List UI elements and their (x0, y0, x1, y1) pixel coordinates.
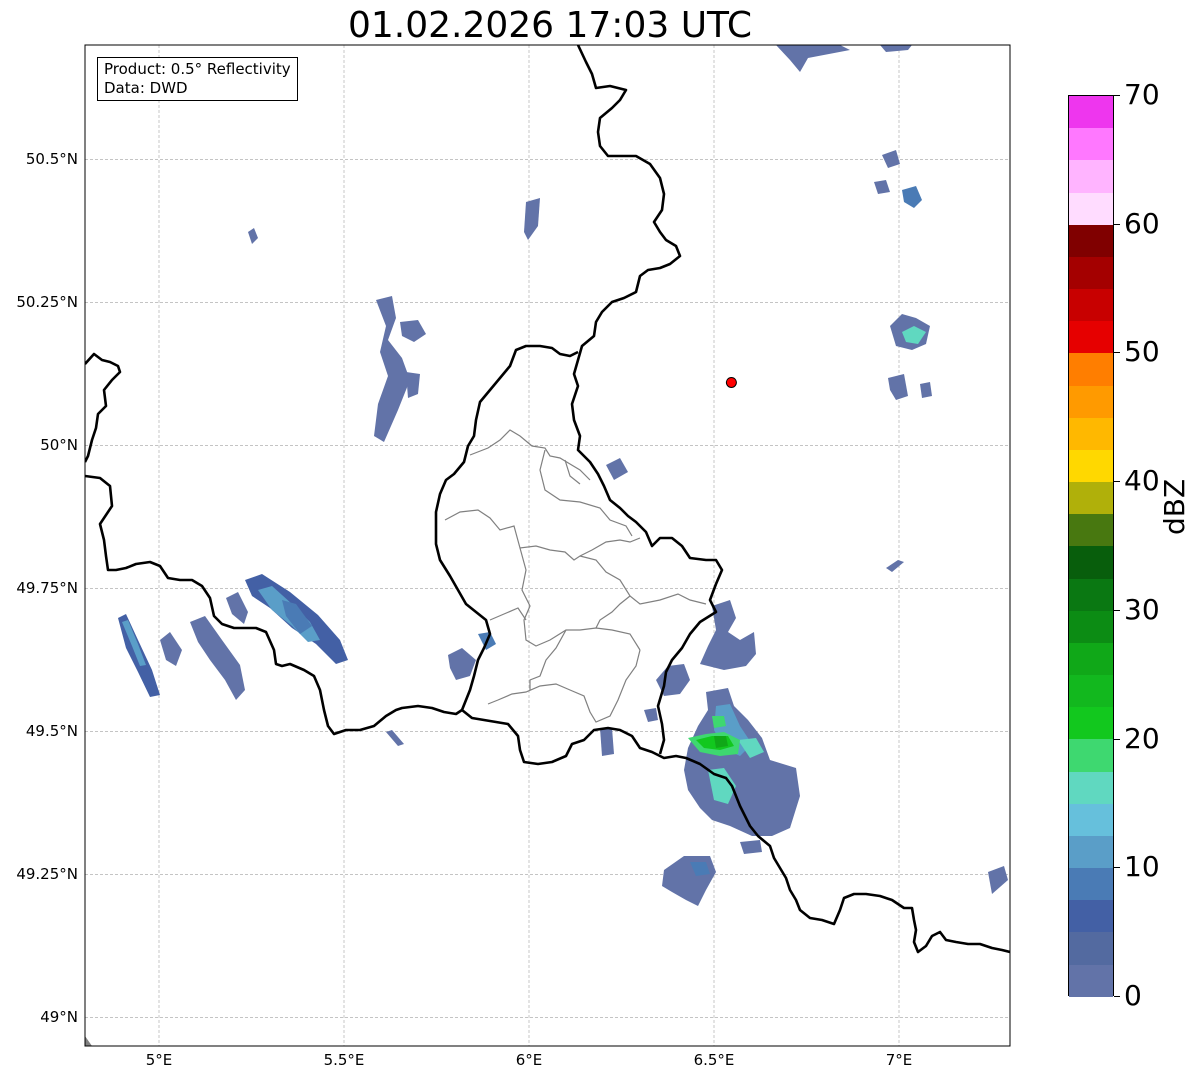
lat-tick-label: 50.5°N (25, 150, 78, 169)
echo-cell (226, 592, 248, 624)
echo-cell (714, 736, 728, 748)
country-borders (85, 45, 1010, 954)
colorbar-segment (1069, 707, 1113, 740)
colorbar-tick-label: 20 (1124, 721, 1160, 755)
colorbar-segment (1069, 610, 1113, 643)
data-source-label: Data: DWD (104, 79, 188, 97)
lon-tick-label: 5.5°E (323, 1051, 365, 1069)
colorbar-segment (1069, 964, 1113, 997)
echo-cell (406, 372, 420, 398)
colorbar-segment (1069, 771, 1113, 804)
echo-cell (606, 458, 628, 480)
colorbar-segment (1069, 96, 1113, 129)
corner-mark (85, 1036, 92, 1046)
colorbar-tick-mark (1114, 223, 1120, 225)
echo-cell (902, 186, 922, 208)
colorbar-segment (1069, 449, 1113, 483)
echo-cell (386, 730, 404, 746)
echo-cell (400, 320, 426, 342)
lat-tick-label: 49.5°N (25, 722, 78, 741)
colorbar-segment (1069, 675, 1113, 708)
colorbar-tick-label: 10 (1124, 850, 1160, 884)
colorbar-segment (1069, 900, 1113, 933)
colorbar-segment (1069, 128, 1113, 161)
colorbar-tick-mark (1114, 481, 1120, 483)
product-info-box: Product: 0.5° Reflectivity Data: DWD (97, 57, 298, 101)
lon-tick-label: 7°E (885, 1051, 913, 1069)
colorbar-tick-mark (1114, 996, 1120, 997)
colorbar-segment (1069, 192, 1113, 225)
lat-tick-label: 49°N (40, 1008, 78, 1027)
echo-cell (600, 728, 614, 756)
lon-tick-label: 6°E (515, 1051, 543, 1069)
echo-cell (662, 856, 716, 906)
colorbar (1068, 95, 1114, 997)
echo-cell (880, 45, 912, 52)
colorbar-tick-mark (1114, 867, 1120, 869)
echo-cell (886, 560, 904, 572)
colorbar-tick-label: 50 (1124, 335, 1160, 369)
lat-tick-label: 49.75°N (16, 579, 78, 598)
echo-cell (700, 600, 756, 670)
colorbar-segment (1069, 385, 1113, 418)
colorbar-tick-label: 70 (1124, 78, 1160, 111)
echo-cell (882, 150, 900, 168)
echo-cell (448, 648, 476, 680)
colorbar-tick-label: 30 (1124, 592, 1160, 626)
colorbar-segment (1069, 160, 1113, 193)
colorbar-segment (1069, 289, 1113, 322)
colorbar-segment (1069, 321, 1113, 354)
lat-tick-label: 50.25°N (16, 293, 78, 312)
colorbar-segment (1069, 353, 1113, 386)
colorbar-segment (1069, 739, 1113, 772)
colorbar-segment (1069, 642, 1113, 676)
colorbar-label: dBZ (1158, 478, 1191, 535)
colorbar-segment (1069, 482, 1113, 515)
colorbar-segment (1069, 546, 1113, 579)
echo-cell (874, 180, 890, 194)
lon-tick-label: 5°E (145, 1051, 173, 1069)
colorbar-segment (1069, 256, 1113, 290)
echo-cell (920, 382, 932, 398)
reflectivity-echoes (118, 45, 1008, 906)
echo-cell (248, 228, 258, 244)
colorbar-segment (1069, 578, 1113, 611)
colorbar-tick-label: 0 (1124, 979, 1142, 1012)
lat-tick-label: 50°N (40, 436, 78, 455)
colorbar-tick-mark (1114, 352, 1120, 354)
colorbar-segment (1069, 417, 1113, 450)
lat-tick-label: 49.25°N (16, 865, 78, 884)
colorbar-segment (1069, 514, 1113, 547)
echo-cell (712, 716, 726, 728)
colorbar-segment (1069, 835, 1113, 869)
product-label: Product: 0.5° Reflectivity (104, 60, 291, 78)
echo-cell (888, 374, 908, 400)
radar-site-marker (725, 376, 737, 388)
lon-tick-label: 6.5°E (693, 1051, 735, 1069)
colorbar-segment (1069, 803, 1113, 836)
colorbar-tick-mark (1114, 609, 1120, 611)
colorbar-segment (1069, 932, 1113, 965)
echo-cell (684, 688, 800, 836)
echo-cell (160, 632, 182, 666)
echo-cell (740, 840, 762, 854)
colorbar-segment (1069, 224, 1113, 257)
colorbar-tick-label: 60 (1124, 206, 1160, 240)
colorbar-tick-mark (1114, 95, 1120, 96)
radar-map[interactable] (0, 0, 1202, 1081)
echo-cell (374, 296, 410, 442)
colorbar-tick-mark (1114, 738, 1120, 740)
echo-cell (776, 45, 850, 72)
colorbar-segment (1069, 868, 1113, 901)
echo-cell (988, 866, 1008, 894)
echo-cell (524, 198, 540, 240)
echo-cell (644, 708, 658, 722)
